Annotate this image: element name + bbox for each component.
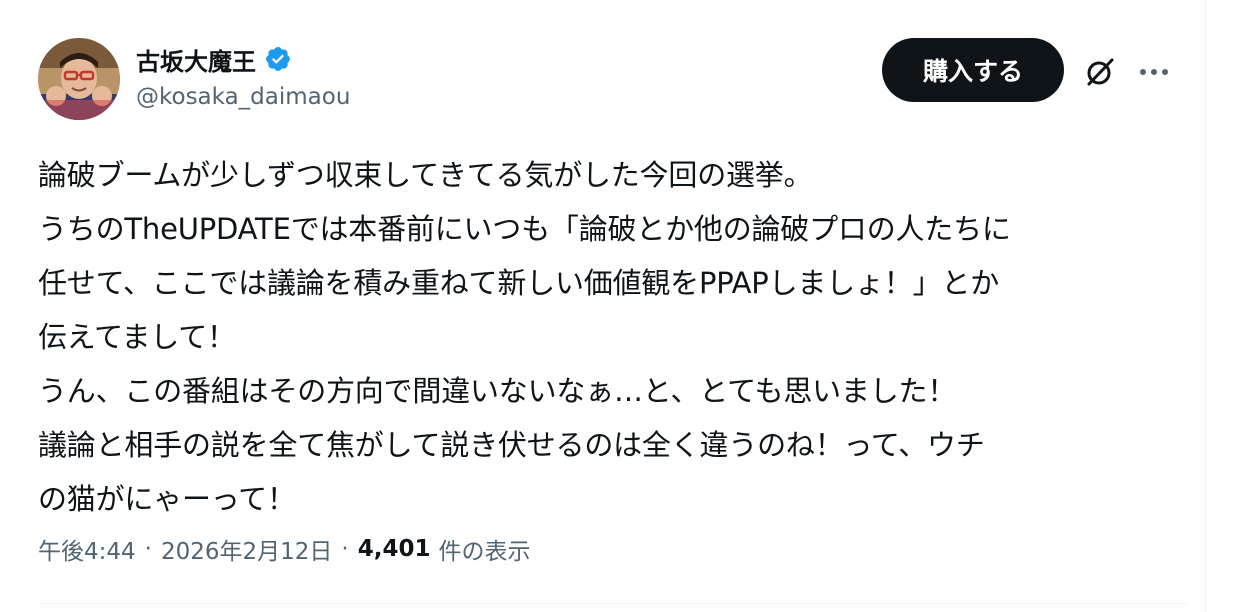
author-handle[interactable]: @kosaka_daimaou	[136, 84, 350, 110]
avatar[interactable]	[38, 38, 120, 120]
tweet-text-line: の猫がにゃーって！	[38, 482, 296, 516]
tweet-text-line: うちのTheUPDATEでは本番前にいつも「論破とか他の論破プロの人たちに	[38, 212, 1011, 246]
grok-icon[interactable]	[1078, 50, 1122, 94]
tweet-date[interactable]: 2026年2月12日	[161, 532, 332, 566]
tweet-text-line: 任せて、ここでは議論を積み重ねて新しい価値観をPPAPしましょ！」とか	[38, 266, 999, 300]
tweet-text-line: 論破ブームが少しずつ収束してきてる気がした今回の選挙。	[38, 158, 813, 192]
tweet-card: 古坂大魔王 @kosaka_daimaou 購入する 論破ブームが少しずつ収束し…	[0, 0, 1235, 612]
tweet-text-line: 議論と相手の説を全て焦がして説き伏せるのは全く違うのね！って、ウチ	[38, 428, 985, 462]
tweet-time[interactable]: 午後4:44	[38, 532, 136, 566]
more-icon[interactable]	[1132, 50, 1176, 94]
author-display-name[interactable]: 古坂大魔王	[136, 42, 256, 77]
meta-separator: ·	[341, 536, 349, 562]
tweet-text-line: 伝えてまして！	[38, 320, 236, 354]
views-label[interactable]: 件の表示	[438, 532, 530, 566]
verified-badge-icon[interactable]	[264, 45, 292, 73]
divider	[38, 603, 1188, 604]
tweet-text-line: うん、この番組はその方向で間違いないなぁ…と、とても思いました！	[38, 374, 957, 408]
column-divider	[1205, 0, 1206, 612]
tweet-text: 論破ブームが少しずつ収束してきてる気がした今回の選挙。 うちのTheUPDATE…	[38, 148, 1188, 526]
tweet-meta: 午後4:44 · 2026年2月12日 · 4,401 件の表示	[38, 530, 530, 568]
author-name-row[interactable]: 古坂大魔王	[136, 42, 292, 76]
buy-button[interactable]: 購入する	[882, 38, 1064, 102]
meta-separator: ·	[144, 536, 152, 562]
views-count[interactable]: 4,401	[358, 536, 431, 562]
